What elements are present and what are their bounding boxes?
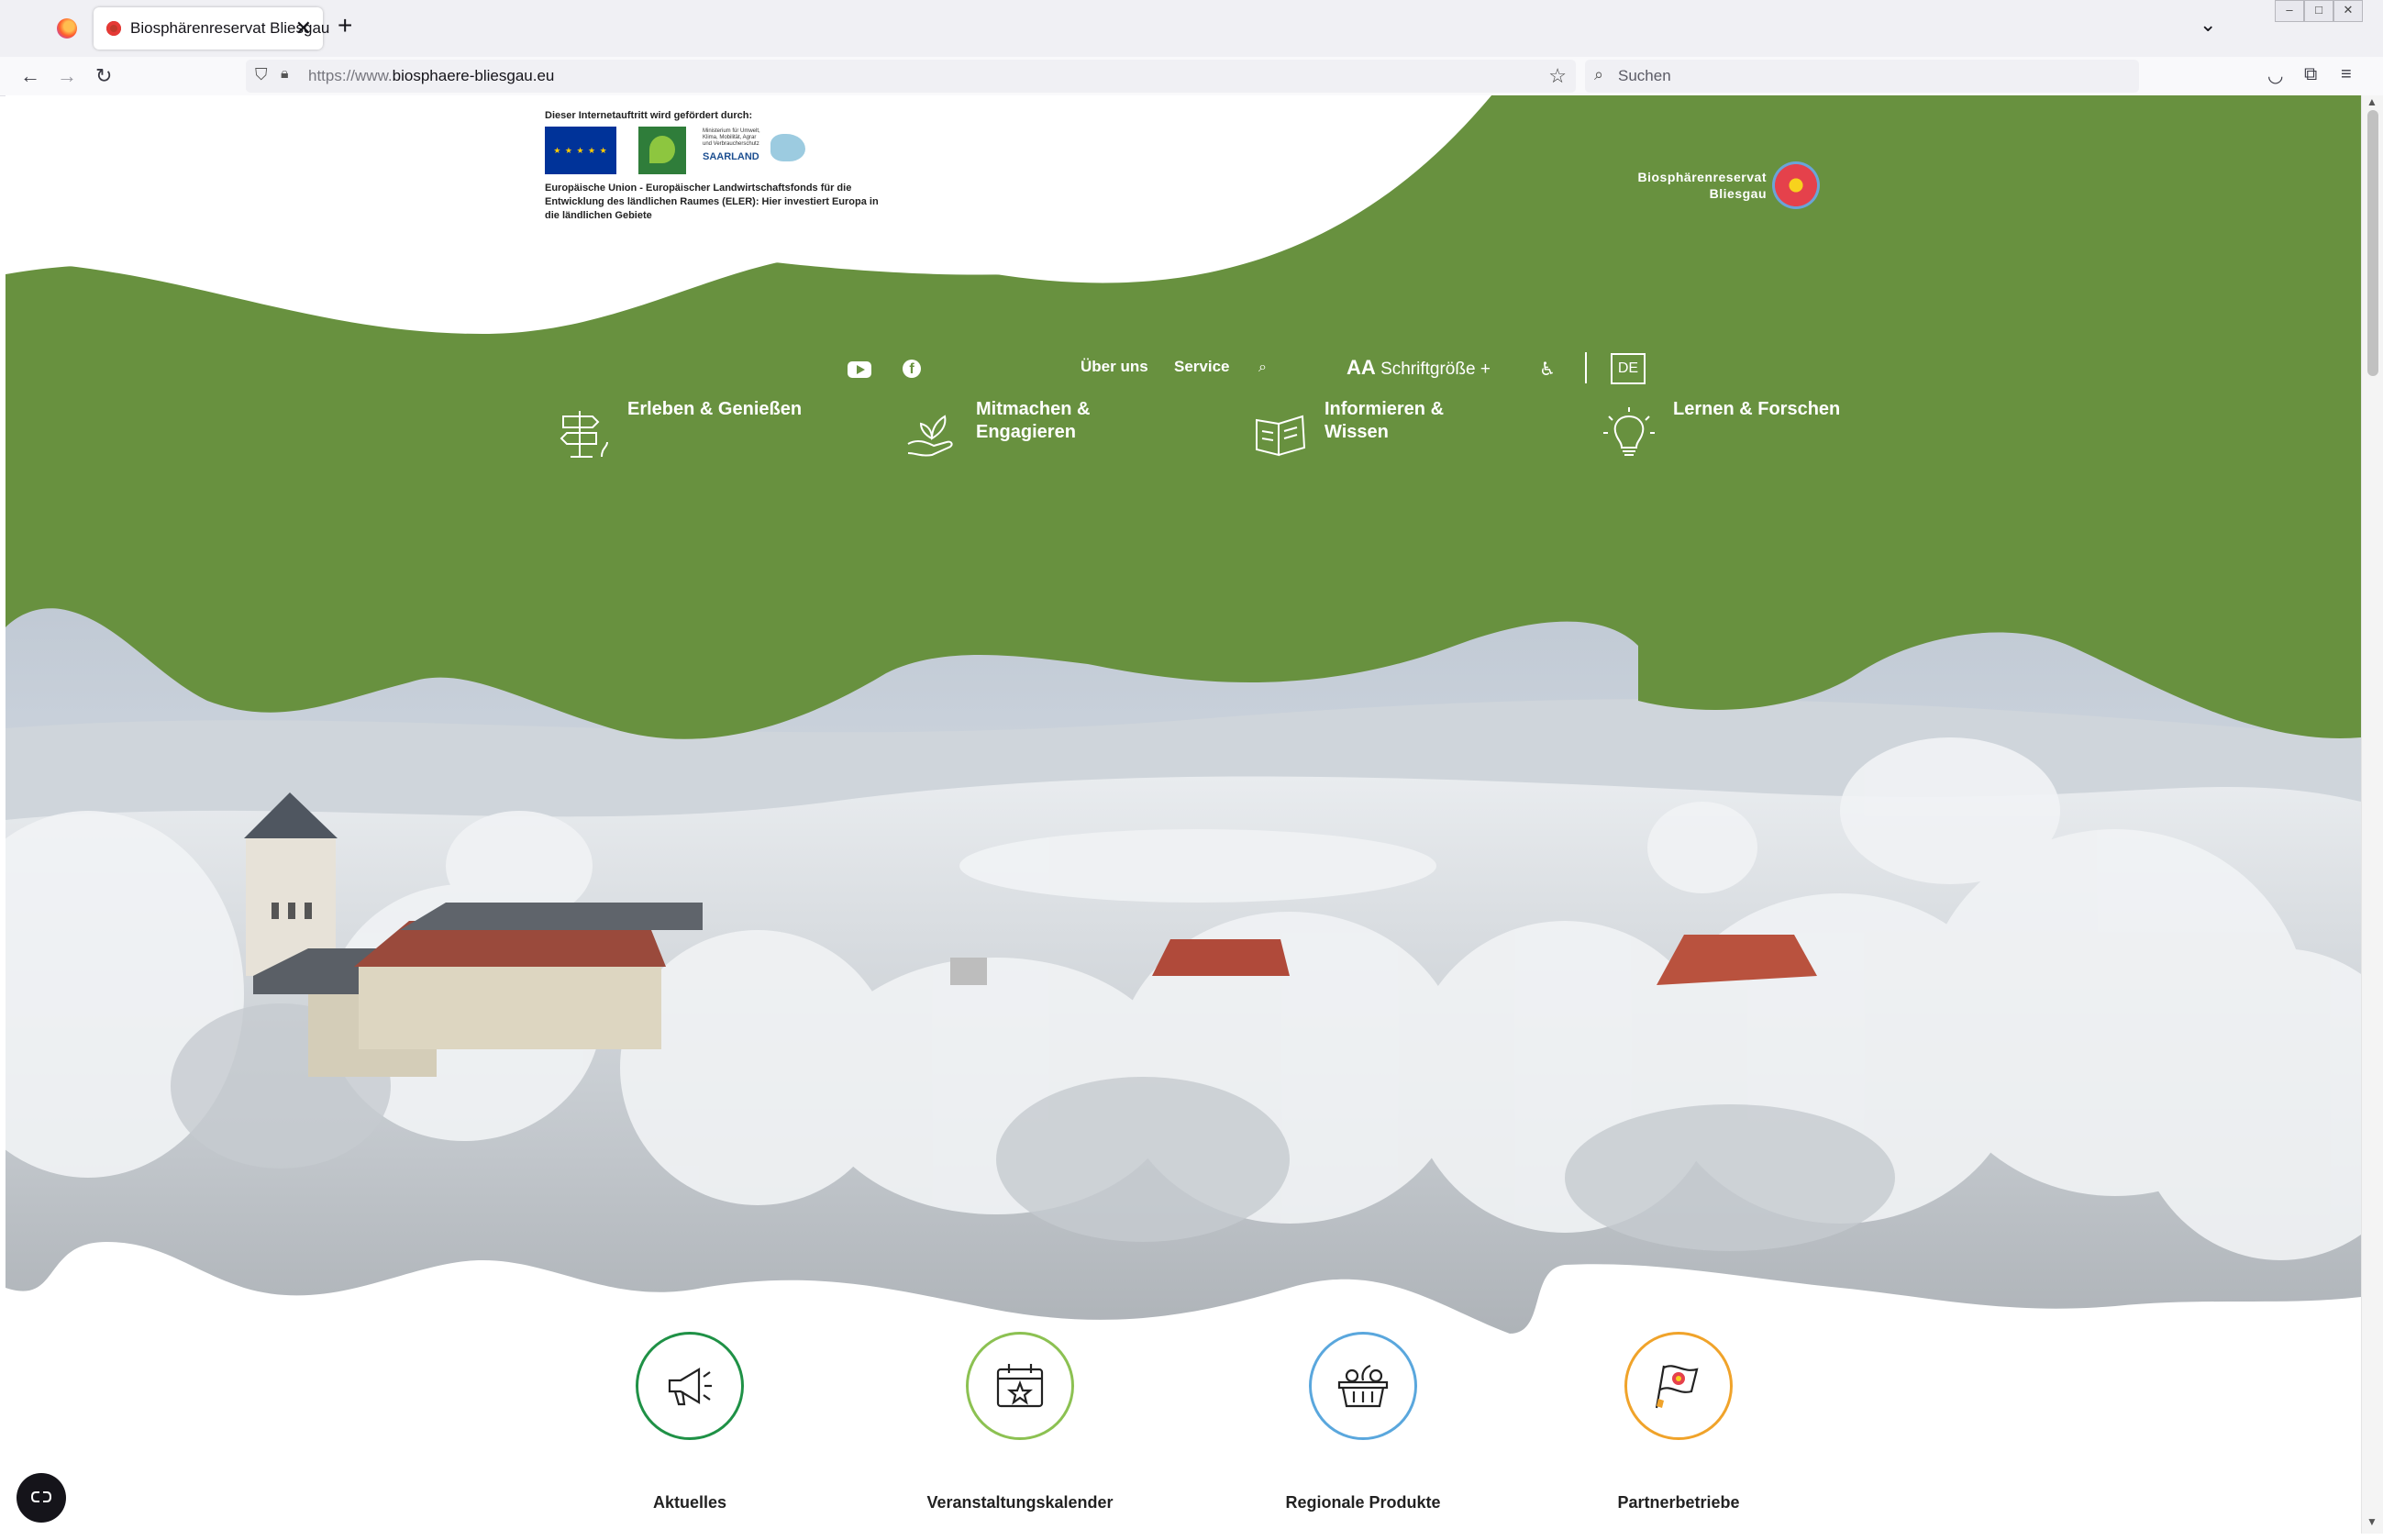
quicklink-regionale-produkte[interactable]: Regionale Produkte	[1244, 1332, 1482, 1512]
quicklink-aktuelles-label: Aktuelles	[652, 1493, 727, 1512]
quicklink-partnerbetriebe[interactable]: Partnerbetriebe	[1559, 1332, 1798, 1512]
shield-icon[interactable]: ⛉	[255, 65, 268, 84]
back-arrow-icon[interactable]: ←	[20, 64, 40, 88]
bookmark-star-icon[interactable]: ☆	[1548, 64, 1567, 88]
basket-icon	[1337, 1364, 1389, 1408]
language-switch[interactable]: DE	[1611, 353, 1646, 384]
eu-flag-logo[interactable]: ★ ★ ★ ★ ★	[545, 127, 616, 174]
sponsor-heading: Dieser Internetauftritt wird gefördert d…	[545, 110, 753, 121]
saarland-ministry-text: Ministerium für Umwelt, Klima, Mobilität…	[703, 128, 760, 147]
quicklink-partnerbetriebe-label: Partnerbetriebe	[1617, 1493, 1740, 1512]
nav-ueber-uns[interactable]: Über uns	[1081, 358, 1148, 376]
browser-toolbar: ← → ↻ ⛉ 🔒︎ https://www.biosphaere-bliesg…	[0, 57, 2383, 96]
quicklink-regionale-produkte-label: Regionale Produkte	[1285, 1493, 1441, 1512]
hand-sprout-icon	[907, 415, 953, 457]
brand-name[interactable]: Biosphärenreservat Bliesgau	[1602, 169, 1767, 202]
scroll-down-icon[interactable]: ▼	[2366, 1515, 2377, 1528]
minimize-window-button[interactable]: –	[2275, 0, 2304, 22]
quicklink-veranstaltungskalender-circle	[966, 1332, 1074, 1440]
flag-icon	[1655, 1365, 1699, 1409]
book-icon	[1256, 415, 1306, 457]
list-tabs-icon[interactable]: ⌄	[2200, 13, 2216, 37]
browser-tab[interactable]: Biosphärenreservat Bliesgau ✕	[94, 7, 329, 50]
pocket-icon[interactable]: ◡	[2267, 64, 2283, 87]
font-size-button[interactable]: AA Schriftgröße +	[1347, 356, 1491, 380]
lightbulb-icon	[1603, 407, 1655, 456]
page-background-art	[6, 95, 2361, 1534]
nav-divider	[1585, 352, 1587, 383]
quicklink-aktuelles[interactable]: Aktuelles	[571, 1332, 809, 1512]
sponsor-block: Dieser Internetauftritt wird gefördert d…	[545, 110, 912, 223]
mainnav-erleben-label: Erleben & Genießen	[627, 399, 803, 419]
firefox-icon[interactable]	[57, 18, 77, 39]
mainnav-informieren-label: Informieren & Wissen	[1325, 399, 1445, 442]
reader-view-button[interactable]	[17, 1473, 66, 1523]
mainnav-lernen-label: Lernen & Forschen	[1673, 399, 1841, 419]
site-favicon-icon	[106, 21, 121, 36]
search-placeholder: Suchen	[1618, 67, 1671, 84]
browser-tab-bar: Biosphärenreservat Bliesgau ✕ + ⌄ – □ ✕	[0, 0, 2383, 57]
eu-stars-icon: ★ ★ ★ ★ ★	[553, 146, 608, 155]
leader-logo[interactable]	[638, 127, 686, 174]
quicklink-veranstaltungskalender-label: Veranstaltungskalender	[926, 1493, 1114, 1512]
reload-icon[interactable]: ↻	[95, 64, 112, 88]
web-page: Dieser Internetauftritt wird gefördert d…	[6, 95, 2361, 1534]
youtube-icon[interactable]	[848, 361, 871, 378]
close-tab-icon[interactable]: ✕	[295, 17, 312, 40]
font-size-aa: AA	[1347, 356, 1376, 379]
calendar-star-icon	[996, 1364, 1044, 1408]
search-bar[interactable]: ⌕ Suchen	[1585, 60, 2139, 93]
lock-icon[interactable]: 🔒︎	[281, 66, 289, 83]
saarland-map-icon	[770, 134, 805, 161]
nav-service[interactable]: Service	[1174, 358, 1230, 376]
brand-logo-icon[interactable]	[1772, 161, 1820, 209]
forward-arrow-icon[interactable]: →	[57, 64, 77, 88]
link-icon	[30, 1491, 52, 1502]
scrollbar-thumb[interactable]	[2367, 110, 2378, 376]
facebook-icon[interactable]: f	[903, 360, 921, 378]
signpost-icon	[560, 411, 608, 458]
scroll-up-icon[interactable]: ▲	[2366, 95, 2377, 108]
address-bar[interactable]: ⛉ 🔒︎ https://www.biosphaere-bliesgau.eu …	[246, 60, 1576, 93]
quicklink-aktuelles-circle	[636, 1332, 744, 1440]
search-icon[interactable]: ⌕	[1258, 360, 1267, 376]
quicklink-veranstaltungskalender[interactable]: Veranstaltungskalender	[901, 1332, 1139, 1512]
quicklink-partnerbetriebe-circle	[1624, 1332, 1733, 1440]
sponsor-logos: ★ ★ ★ ★ ★ Ministerium für Umwelt, Klima,…	[545, 127, 912, 174]
saarland-logo[interactable]: Ministerium für Umwelt, Klima, Mobilität…	[703, 128, 805, 172]
new-tab-button[interactable]: +	[338, 11, 352, 40]
extensions-icon[interactable]: ⧉	[2304, 64, 2317, 85]
quicklink-regionale-produkte-circle	[1309, 1332, 1417, 1440]
megaphone-icon	[668, 1368, 712, 1406]
leaf-icon	[649, 136, 675, 163]
search-icon: ⌕	[1594, 65, 1604, 83]
menu-icon[interactable]: ≡	[2341, 64, 2352, 85]
maximize-window-button[interactable]: □	[2304, 0, 2333, 22]
accessibility-icon[interactable]: ♿︎	[1539, 358, 1561, 380]
url-text[interactable]: https://www.biosphaere-bliesgau.eu	[308, 67, 554, 85]
font-size-label: Schriftgröße +	[1380, 360, 1491, 379]
mainnav-mitmachen-label: Mitmachen & Engagieren	[976, 399, 1091, 442]
page-scrollbar[interactable]: ▲ ▼	[2361, 95, 2383, 1534]
close-window-button[interactable]: ✕	[2333, 0, 2363, 22]
sponsor-text: Europäische Union - Europäischer Landwir…	[545, 183, 879, 221]
